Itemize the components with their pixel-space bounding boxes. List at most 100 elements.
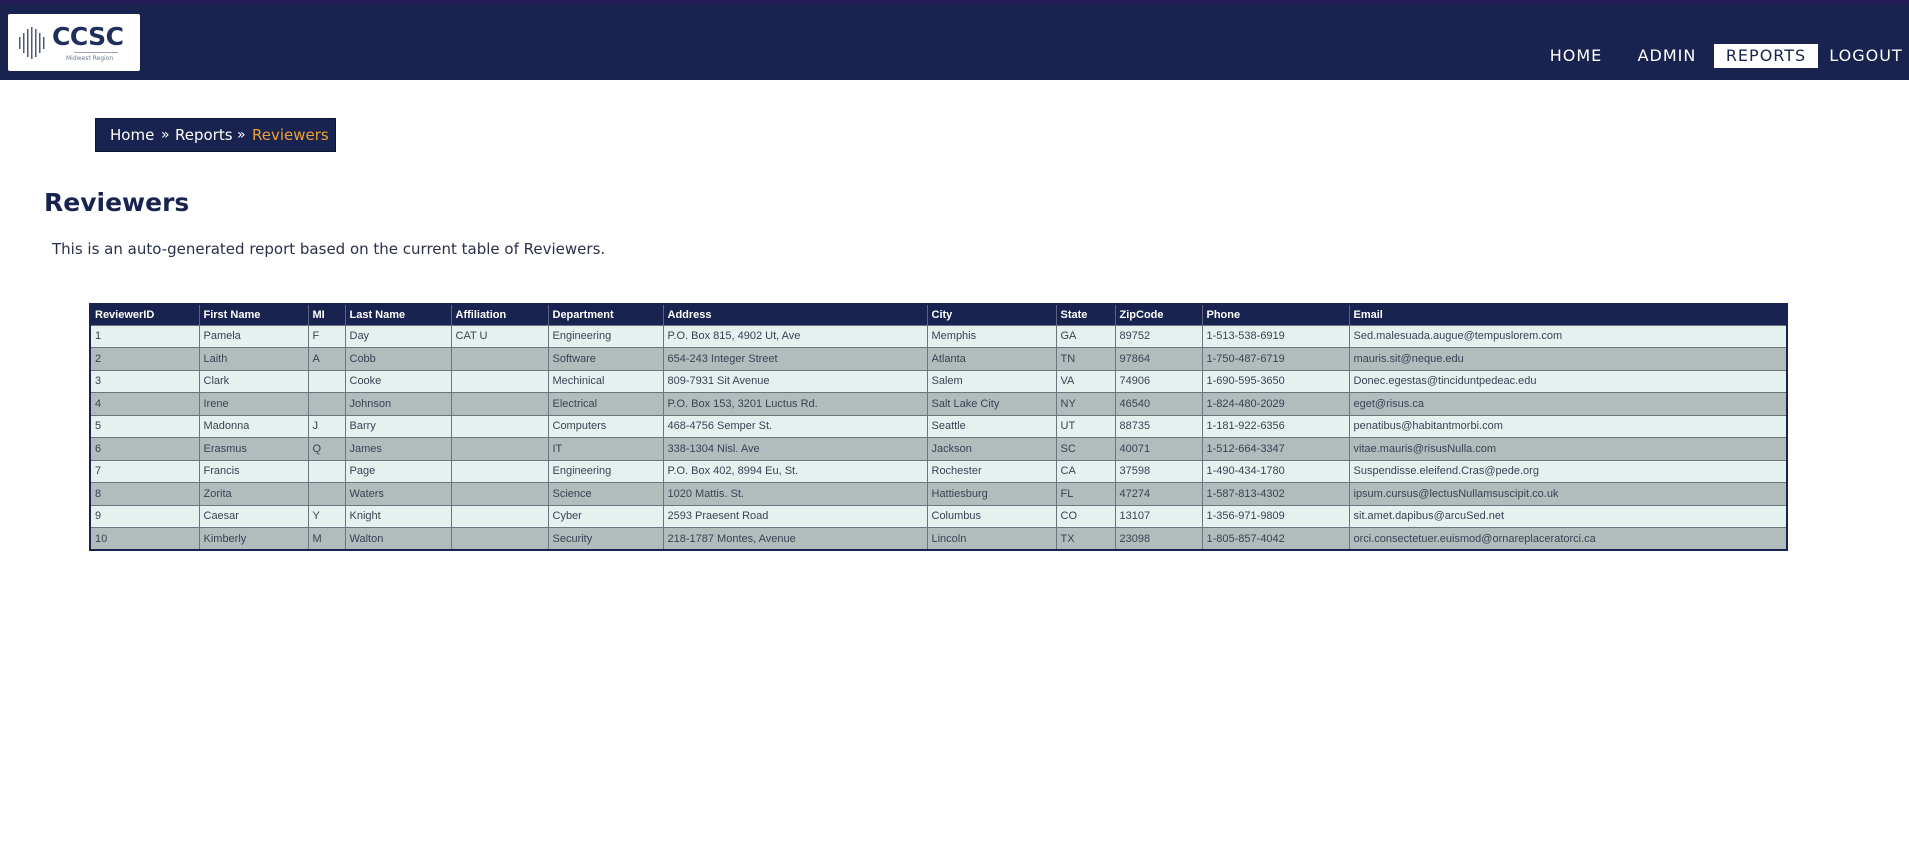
table-cell: GA [1056,324,1116,348]
column-header: Email [1349,304,1788,325]
table-cell: Electrical [548,392,664,415]
nav-home[interactable]: HOME [1529,44,1623,68]
ccsc-logo[interactable]: CCSC Midwest Region [8,14,140,71]
table-cell: CAT U [451,324,549,348]
table-cell: J [308,414,346,438]
table-cell: penatibus@habitantmorbi.com [1349,414,1788,438]
table-cell: James [345,437,452,460]
table-cell: 46540 [1115,392,1203,415]
breadcrumb-home-link[interactable]: Home [110,119,154,151]
table-row: 7 Francis Page Engineering P.O. Box 402, 899… [90,459,1788,483]
table-cell: 2 [90,347,200,370]
nav-admin[interactable]: ADMIN [1626,44,1708,68]
table-cell: TX [1056,527,1116,550]
table-cell: 8 [90,482,200,505]
table-cell: 1 [90,324,200,348]
table-cell: 1-181-922-6356 [1202,414,1350,438]
table-cell [308,369,346,393]
table-cell: 1020 Mattis. St. [663,482,928,505]
table-cell: ipsum.cursus@lectusNullamsuscipit.co.uk [1349,482,1788,505]
table-cell [451,482,549,505]
table-cell: 809-7931 Sit Avenue [663,369,928,393]
table-cell: TN [1056,347,1116,370]
table-cell: 1-513-538-6919 [1202,324,1350,348]
table-cell [308,392,346,415]
table-cell: 1-356-971-9809 [1202,504,1350,528]
table-cell: M [308,527,346,550]
table-cell: Engineering [548,459,664,483]
column-header: First Name [199,304,309,325]
table-cell: Hattiesburg [927,482,1057,505]
table-cell: 5 [90,414,200,438]
table-cell: Security [548,527,664,550]
table-cell [451,392,549,415]
table-cell: Rochester [927,459,1057,483]
table-cell: Sed.malesuada.augue@tempuslorem.com [1349,324,1788,348]
table-cell [451,504,549,528]
table-cell: Q [308,437,346,460]
column-header: Department [548,304,664,325]
reviewers-table: ReviewerID First Name MI Last Name Affiliati… [89,303,1788,551]
table-cell: UT [1056,414,1116,438]
table-cell: Computers [548,414,664,438]
table-cell: P.O. Box 815, 4902 Ut, Ave [663,324,928,348]
table-cell: SC [1056,437,1116,460]
table-cell: Software [548,347,664,370]
table-cell: CO [1056,504,1116,528]
breadcrumb-separator: » [237,127,246,143]
table-cell: 1-805-857-4042 [1202,527,1350,550]
main-nav: HOME ADMIN REPORTS LOGOUT [1529,44,1909,68]
table-cell: sit.amet.dapibus@arcuSed.net [1349,504,1788,528]
table-cell: 4 [90,392,200,415]
top-navigation-bar: CCSC Midwest Region HOME ADMIN REPORTS L… [0,0,1909,80]
breadcrumb-reports-link[interactable]: Reports [175,119,233,151]
table-cell [451,437,549,460]
table-cell: 218-1787 Montes, Avenue [663,527,928,550]
table-cell: Day [345,324,452,348]
table-cell: 1-512-664-3347 [1202,437,1350,460]
table-cell: Johnson [345,392,452,415]
table-cell: CA [1056,459,1116,483]
table-cell: VA [1056,369,1116,393]
table-cell [451,414,549,438]
table-cell: 97864 [1115,347,1203,370]
table-cell: F [308,324,346,348]
column-header: State [1056,304,1116,325]
table-cell: Lincoln [927,527,1057,550]
table-cell: Donec.egestas@tinciduntpedeac.edu [1349,369,1788,393]
column-header: ReviewerID [90,304,200,325]
table-cell: Cobb [345,347,452,370]
logo-text: CCSC [52,22,124,51]
table-row: 6 Erasmus Q James IT 338-1304 Nisl. Ave Jackso… [90,437,1788,460]
table-row: 5 Madonna J Barry Computers 468-4756 Semper S… [90,414,1788,438]
table-cell: mauris.sit@neque.edu [1349,347,1788,370]
table-cell: 47274 [1115,482,1203,505]
table-cell: Salem [927,369,1057,393]
table-cell: Barry [345,414,452,438]
table-cell: Clark [199,369,309,393]
table-cell: Seattle [927,414,1057,438]
table-cell: 89752 [1115,324,1203,348]
column-header: Affiliation [451,304,549,325]
nav-reports[interactable]: REPORTS [1714,44,1818,68]
table-cell: 1-690-595-3650 [1202,369,1350,393]
table-header-row: ReviewerID First Name MI Last Name Affiliati… [90,304,1788,325]
table-body: 1 Pamela F Day CAT U Engineering P.O. Box 815,… [90,324,1788,550]
nav-logout[interactable]: LOGOUT [1819,44,1909,68]
table-cell: eget@risus.ca [1349,392,1788,415]
table-cell [308,459,346,483]
breadcrumb-current: Reviewers [252,126,329,144]
table-cell: Page [345,459,452,483]
table-cell [308,482,346,505]
column-header: Phone [1202,304,1350,325]
table-row: 9 Caesar Y Knight Cyber 2593 Praesent Road Col… [90,504,1788,528]
table-row: 10 Kimberly M Walton Security 218-1787 Montes… [90,527,1788,550]
table-row: 3 Clark Cooke Mechinical 809-7931 Sit Avenue… [90,369,1788,393]
table-cell: 74906 [1115,369,1203,393]
table-cell: 3 [90,369,200,393]
column-header: ZipCode [1115,304,1203,325]
table-cell: 10 [90,527,200,550]
table-cell: 13107 [1115,504,1203,528]
table-row: 1 Pamela F Day CAT U Engineering P.O. Box 815,… [90,324,1788,348]
table-cell: P.O. Box 402, 8994 Eu, St. [663,459,928,483]
